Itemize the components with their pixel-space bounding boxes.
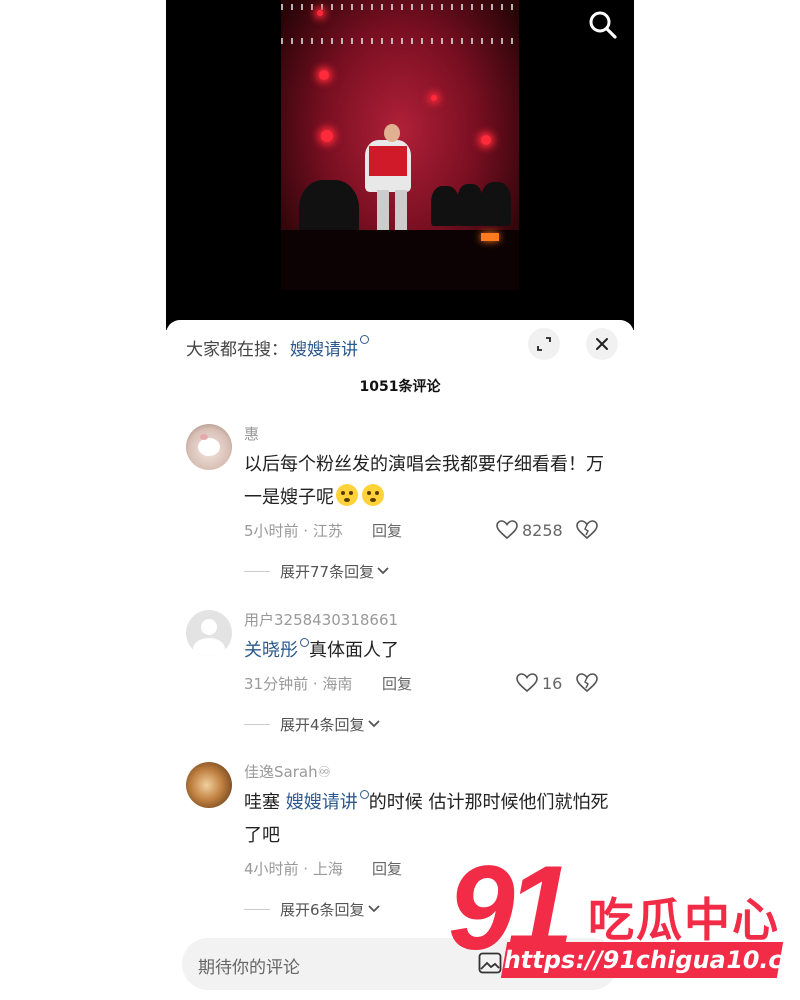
heart-icon bbox=[496, 520, 518, 540]
watermark: 91 吃瓜中心 https://91chigua10.com bbox=[448, 848, 800, 998]
reply-button[interactable]: 回复 bbox=[382, 673, 412, 694]
like-count: 16 bbox=[542, 673, 563, 693]
comment-time-location: 31分钟前 · 海南 bbox=[244, 675, 353, 693]
comment-username[interactable]: 用户3258430318661 bbox=[244, 610, 616, 630]
stage-light bbox=[317, 10, 323, 16]
dislike-button[interactable] bbox=[576, 520, 598, 544]
search-mini-icon bbox=[360, 334, 369, 344]
reply-button[interactable]: 回复 bbox=[372, 520, 402, 541]
mention-link[interactable]: 嫂嫂请讲 bbox=[286, 792, 358, 813]
search-mini-icon bbox=[300, 638, 309, 647]
watermark-url: https://91chigua10.com bbox=[500, 942, 800, 978]
like-button[interactable]: 8258 bbox=[496, 520, 563, 540]
expand-replies[interactable]: 展开77条回复 bbox=[244, 560, 616, 582]
broken-heart-icon bbox=[576, 673, 598, 693]
search-mini-icon bbox=[359, 790, 369, 799]
chevron-down-icon bbox=[367, 720, 380, 728]
dislike-button[interactable] bbox=[576, 673, 598, 697]
expand-button[interactable] bbox=[528, 328, 560, 360]
comment-text-content: 哇塞 bbox=[244, 792, 286, 813]
dancer-figure bbox=[481, 182, 511, 226]
watermark-name: 吃瓜中心 bbox=[588, 893, 780, 947]
expand-icon bbox=[537, 337, 551, 351]
dancer-figure bbox=[431, 186, 459, 226]
comment-username[interactable]: 佳逸Sarah♾ bbox=[244, 762, 616, 782]
broken-heart-icon bbox=[576, 520, 598, 540]
expand-replies-label: 展开6条回复 bbox=[280, 900, 365, 919]
comment-text-content: 真体面人了 bbox=[309, 640, 399, 661]
stage-truss bbox=[281, 4, 519, 10]
expand-replies-label: 展开4条回复 bbox=[280, 715, 365, 734]
close-icon bbox=[596, 338, 608, 350]
trending-query-link[interactable]: 嫂嫂请讲 bbox=[290, 335, 358, 360]
like-button[interactable]: 16 bbox=[516, 673, 562, 693]
video-player[interactable] bbox=[166, 0, 634, 330]
comment-meta: 5小时前 · 江苏 回复 8258 bbox=[244, 520, 616, 544]
comment-text: 以后每个粉丝发的演唱会我都要仔细看看！万一是嫂子呢 bbox=[244, 448, 616, 514]
stage-lamp bbox=[481, 233, 499, 241]
video-frame[interactable] bbox=[281, 0, 519, 290]
comment-username[interactable]: 惠 bbox=[244, 424, 616, 444]
stage-light bbox=[431, 95, 437, 101]
stage-light bbox=[319, 70, 329, 80]
comment-count: 1051条评论 bbox=[359, 379, 441, 395]
stage-truss bbox=[281, 38, 519, 44]
search-icon[interactable] bbox=[588, 10, 618, 40]
emoji-icon bbox=[334, 484, 388, 508]
chevron-down-icon bbox=[367, 905, 380, 913]
comment-text-content: 以后每个粉丝发的演唱会我都要仔细看看！万一是嫂子呢 bbox=[244, 454, 604, 508]
trending-prefix: 大家都在搜： bbox=[186, 339, 288, 360]
avatar[interactable] bbox=[186, 424, 232, 470]
heart-icon bbox=[516, 673, 538, 693]
like-count: 8258 bbox=[522, 520, 563, 540]
expand-replies[interactable]: 展开4条回复 bbox=[244, 713, 616, 735]
close-button[interactable] bbox=[586, 328, 618, 360]
comment-input-placeholder: 期待你的评论 bbox=[198, 958, 300, 978]
chevron-down-icon bbox=[377, 567, 389, 575]
dancer-figure bbox=[457, 184, 483, 226]
performer-jacket bbox=[369, 146, 407, 176]
reply-button[interactable]: 回复 bbox=[372, 858, 402, 879]
stage-light bbox=[321, 130, 333, 142]
comment-meta: 31分钟前 · 海南 回复 16 bbox=[244, 673, 616, 697]
expand-replies-label: 展开77条回复 bbox=[280, 562, 375, 581]
avatar[interactable] bbox=[186, 610, 232, 656]
performer-head bbox=[384, 124, 400, 142]
comment-time-location: 4小时前 · 上海 bbox=[244, 860, 343, 878]
stage-light bbox=[481, 135, 491, 145]
mention-link[interactable]: 关晓彤 bbox=[244, 640, 298, 661]
avatar[interactable] bbox=[186, 762, 232, 808]
comment-time-location: 5小时前 · 江苏 bbox=[244, 522, 343, 540]
comment-text: 关晓彤 真体面人了 bbox=[244, 634, 616, 667]
